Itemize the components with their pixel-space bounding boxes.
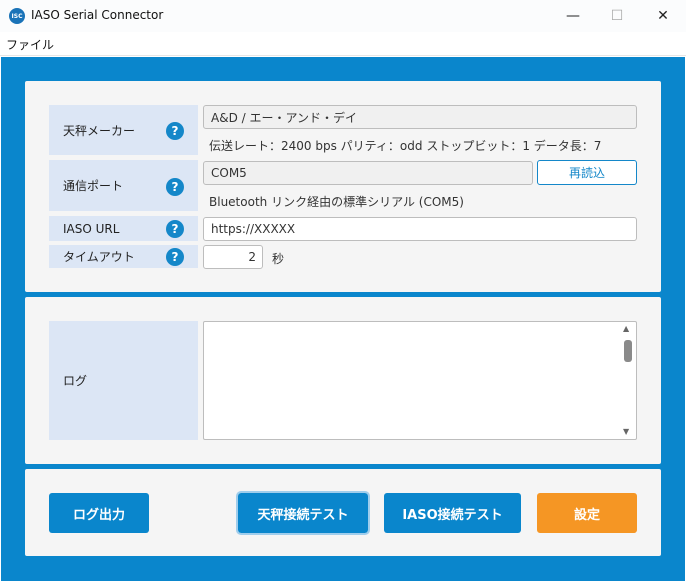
- log-output-button[interactable]: ログ出力: [49, 493, 149, 533]
- timeout-help-icon[interactable]: ?: [166, 248, 184, 266]
- timeout-label-text: タイムアウト: [63, 250, 135, 264]
- menu-file[interactable]: ファイル: [6, 36, 54, 53]
- scroll-up-icon[interactable]: ▲: [623, 324, 629, 333]
- comm-port-label-text: 通信ポート: [63, 179, 124, 193]
- scale-maker-field[interactable]: A&D / エー・アンド・デイ: [203, 105, 637, 129]
- scale-maker-help-icon[interactable]: ?: [166, 122, 184, 140]
- timeout-input[interactable]: 2: [203, 245, 263, 269]
- comm-port-info: Bluetooth リンク経由の標準シリアル (COM5): [209, 195, 464, 209]
- settings-button[interactable]: 設定: [537, 493, 637, 533]
- scale-maker-info: 伝送レート：2400 bps パリティ：odd ストップビット：1 データ長：7: [209, 139, 602, 153]
- close-button[interactable]: ✕: [640, 0, 686, 32]
- log-label-text: ログ: [63, 374, 88, 388]
- iaso-connection-test-button[interactable]: IASO接続テスト: [384, 493, 521, 533]
- scale-maker-label-text: 天秤メーカー: [63, 123, 136, 138]
- iaso-url-help-icon[interactable]: ?: [166, 220, 184, 238]
- iaso-url-input[interactable]: https://XXXXX: [203, 217, 637, 241]
- log-textarea[interactable]: [203, 321, 637, 440]
- comm-port-help-icon[interactable]: ?: [166, 178, 184, 196]
- window-title: IASO Serial Connector: [31, 8, 164, 22]
- log-label: ログ: [49, 321, 198, 440]
- app-icon: ISC: [9, 8, 25, 24]
- minimize-button[interactable]: —: [550, 0, 596, 32]
- menu-bar: [0, 32, 686, 56]
- timeout-unit: 秒: [272, 252, 285, 266]
- maximize-button[interactable]: ☐: [594, 0, 640, 32]
- scale-connection-test-button[interactable]: 天秤接続テスト: [236, 491, 370, 535]
- scrollbar-thumb[interactable]: [624, 340, 632, 362]
- comm-port-field[interactable]: COM5: [203, 161, 533, 185]
- scroll-down-icon[interactable]: ▼: [623, 427, 629, 436]
- reload-button[interactable]: 再読込: [537, 160, 637, 185]
- iaso-url-label-text: IASO URL: [63, 221, 120, 236]
